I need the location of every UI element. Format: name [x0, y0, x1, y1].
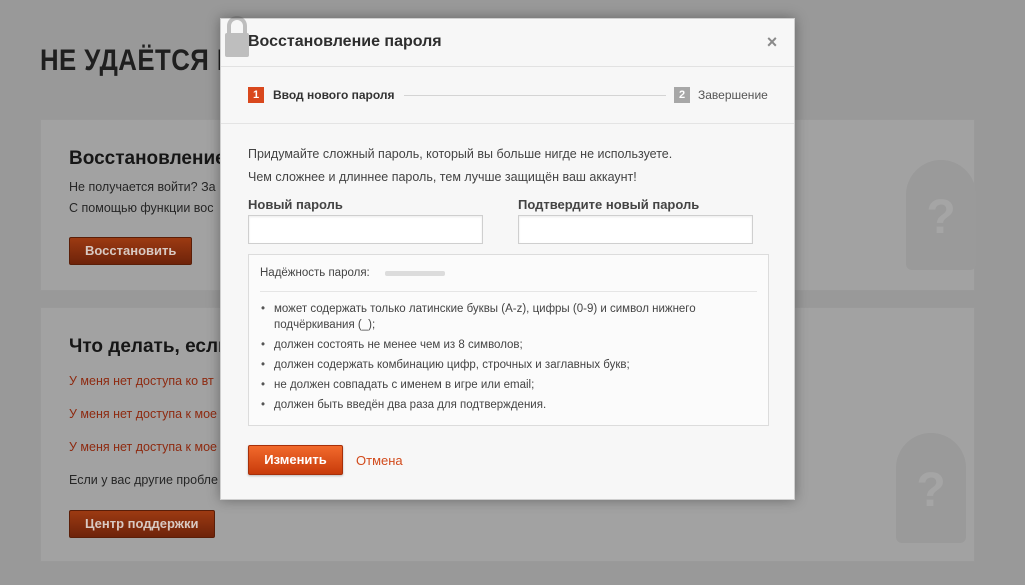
password-rules-box: Надёжность пароля: может содержать тольк… [248, 254, 769, 426]
progress-steps: 1 Ввод нового пароля 2 Завершение [221, 67, 794, 124]
list-item: не должен совпадать с именем в игре или … [261, 377, 751, 393]
intro-text-2: Чем сложнее и длиннее пароль, тем лучше … [248, 170, 637, 184]
strength-meter [385, 271, 445, 276]
step-1: 1 Ввод нового пароля [248, 87, 395, 103]
change-button[interactable]: Изменить [248, 445, 343, 475]
confirm-password-input[interactable] [518, 215, 753, 244]
rules-divider [260, 291, 757, 292]
list-item: должен содержать комбинацию цифр, строчн… [261, 357, 751, 373]
person-silhouette-icon: ? [896, 433, 966, 543]
help-card-text: Если у вас другие пробле [69, 473, 218, 487]
dialog-header: Восстановление пароля × [221, 16, 794, 67]
intro-text-1: Придумайте сложный пароль, который вы бо… [248, 147, 673, 161]
help-link-3[interactable]: У меня нет доступа к мое [69, 440, 217, 454]
step-1-label: Ввод нового пароля [273, 88, 395, 102]
password-rules-list: может содержать только латинские буквы (… [261, 301, 751, 417]
new-password-label: Новый пароль [248, 197, 343, 212]
step-2: 2 Завершение [674, 87, 768, 103]
step-connector [404, 95, 666, 96]
help-link-1[interactable]: У меня нет доступа ко вт [69, 374, 214, 388]
confirm-password-label: Подтвердите новый пароль [518, 197, 700, 212]
list-item: должен состоять не менее чем из 8 символ… [261, 337, 751, 353]
new-password-input[interactable] [248, 215, 483, 244]
close-icon[interactable]: × [762, 31, 782, 53]
dialog-title: Восстановление пароля [248, 33, 442, 50]
recovery-card-text-2: С помощью функции вос [69, 201, 214, 215]
help-card-heading: Что делать, если.. [69, 336, 241, 357]
step-2-label: Завершение [698, 88, 768, 102]
recovery-card-heading: Восстановление п [69, 148, 243, 169]
help-link-2[interactable]: У меня нет доступа к мое [69, 407, 217, 421]
cancel-link[interactable]: Отмена [356, 453, 403, 468]
restore-button[interactable]: Восстановить [69, 237, 193, 265]
support-center-button[interactable]: Центр поддержки [69, 510, 215, 538]
person-silhouette-icon: ? [906, 160, 976, 270]
recovery-card-text-1: Не получается войти? За [69, 180, 216, 194]
step-1-number: 1 [248, 87, 264, 103]
strength-label: Надёжность пароля: [260, 267, 370, 279]
step-2-number: 2 [674, 87, 690, 103]
password-recovery-dialog: Восстановление пароля × 1 Ввод нового па… [220, 16, 795, 500]
lock-icon [225, 16, 249, 57]
list-item: может содержать только латинские буквы (… [261, 301, 751, 333]
list-item: должен быть введён два раза для подтверж… [261, 397, 751, 413]
